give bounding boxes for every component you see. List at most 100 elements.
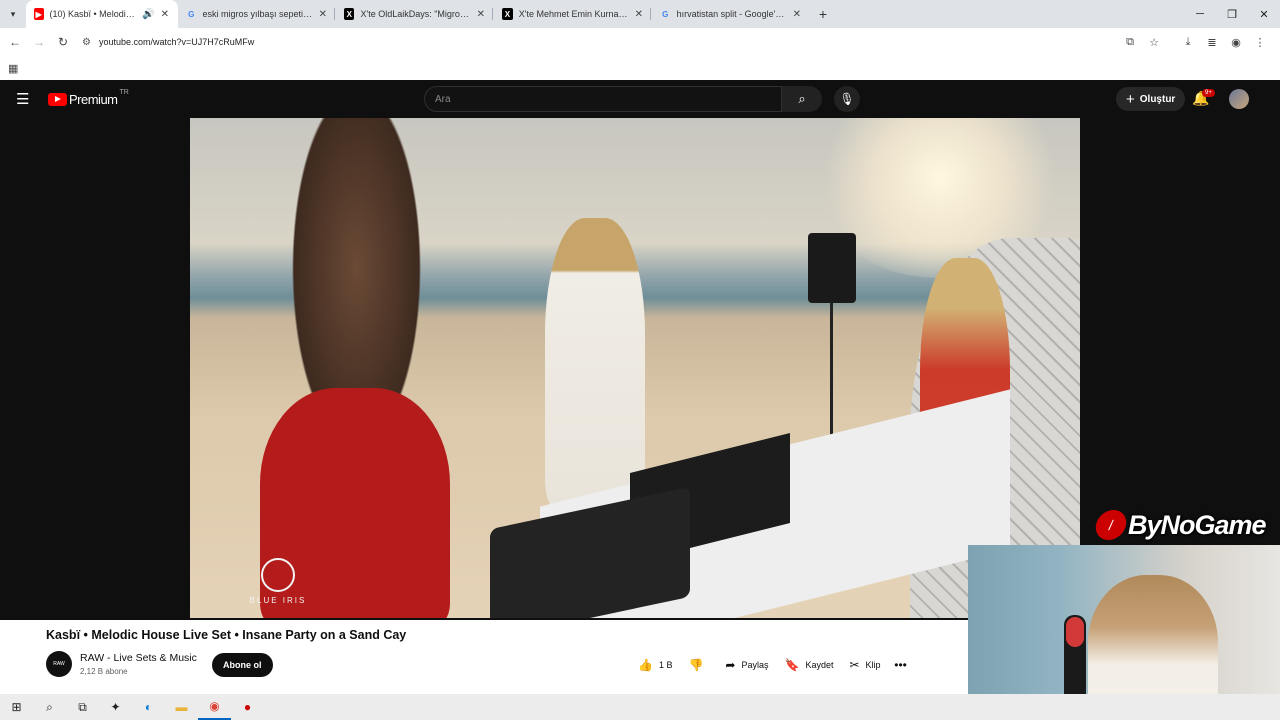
tab-search-button[interactable]: ▾ bbox=[0, 0, 26, 28]
windows-start-icon[interactable]: ⊞ bbox=[0, 694, 33, 720]
clip-button[interactable]: ✂ Klip bbox=[841, 653, 888, 677]
tab-title: eski migros yılbaşı sepeti - Goo bbox=[202, 9, 313, 19]
plus-icon: + bbox=[1126, 90, 1135, 108]
url-text[interactable]: youtube.com/watch?v=UJ7H7cRuMFw bbox=[99, 37, 254, 47]
youtube-play-icon bbox=[48, 93, 67, 106]
youtube-page: ☰ Premium TR ⌕ 🎙 + Oluştur 🔔 9+ bbox=[0, 80, 1280, 620]
clip-label: Klip bbox=[865, 660, 881, 670]
tab-title: X'te Mehmet Emin Kurnaz: "20 bbox=[518, 9, 629, 19]
search-box[interactable] bbox=[424, 86, 782, 112]
subscriber-count: 2,12 B abone bbox=[80, 667, 128, 676]
forward-icon[interactable]: → bbox=[27, 28, 51, 56]
video-player[interactable]: BLUE IRIS bbox=[190, 118, 1080, 618]
subscribe-button[interactable]: Abone ol bbox=[212, 653, 273, 677]
tab-google-1[interactable]: G eski migros yılbaşı sepeti - Goo ✕ bbox=[178, 0, 336, 28]
like-count: 1 B bbox=[658, 660, 673, 670]
profile-icon[interactable]: ◉ bbox=[1224, 28, 1248, 56]
close-icon[interactable]: ✕ bbox=[471, 9, 485, 20]
tab-title: X'te OldLaikDays: "Migros'un 2( bbox=[360, 9, 470, 19]
eye-logo-icon bbox=[261, 558, 295, 592]
x-icon: X bbox=[502, 8, 513, 20]
close-icon[interactable]: ✕ bbox=[629, 9, 643, 20]
scene-speaker bbox=[808, 233, 856, 303]
window-controls: ─ ❐ ✕ bbox=[1184, 0, 1280, 28]
app-icon[interactable]: ● bbox=[231, 694, 264, 720]
new-tab-button[interactable]: + bbox=[810, 6, 836, 22]
apps-grid-icon[interactable]: ▦ bbox=[8, 62, 18, 75]
dislike-button[interactable]: 👎 bbox=[680, 653, 717, 677]
thumbs-up-icon: 👍 bbox=[638, 658, 653, 672]
edge-icon[interactable]: ◐ bbox=[132, 694, 165, 720]
save-label: Kaydet bbox=[805, 660, 834, 670]
country-code: TR bbox=[119, 89, 129, 96]
copilot-icon[interactable]: ✦ bbox=[99, 694, 132, 720]
site-info-icon[interactable]: ⚙ bbox=[82, 37, 91, 48]
microphone-prop bbox=[1064, 615, 1086, 705]
close-icon[interactable]: ✕ bbox=[313, 9, 327, 20]
microphone-icon: 🎙 bbox=[839, 92, 855, 106]
task-view-icon[interactable]: ⧉ bbox=[66, 694, 99, 720]
create-button[interactable]: + Oluştur bbox=[1116, 87, 1186, 111]
video-actions: 👍 1 B 👎 ➦ Paylaş 🔖 Kaydet ✂ Klip ••• bbox=[630, 653, 913, 677]
file-explorer-icon[interactable]: ▬ bbox=[165, 694, 198, 720]
tab-google-2[interactable]: G hırvatistan split - Google'da Ara ✕ bbox=[652, 0, 810, 28]
watermark-text: BLUE IRIS bbox=[249, 596, 307, 605]
scene-dj bbox=[545, 218, 645, 508]
channel-avatar[interactable]: RAW bbox=[46, 651, 72, 677]
video-watermark: BLUE IRIS bbox=[238, 558, 318, 605]
share-icon: ➦ bbox=[725, 658, 736, 672]
tab-youtube[interactable]: ▶ (10) Kasbï • Melodic House 🔊 ✕ bbox=[26, 0, 178, 28]
video-title: Kasbï • Melodic House Live Set • Insane … bbox=[46, 628, 407, 642]
tab-x-1[interactable]: X X'te OldLaikDays: "Migros'un 2( ✕ bbox=[336, 0, 494, 28]
share-button[interactable]: ➦ Paylaş bbox=[717, 653, 776, 677]
create-label: Oluştur bbox=[1139, 93, 1176, 105]
media-icon[interactable]: ≣ bbox=[1200, 28, 1224, 56]
youtube-header: ☰ Premium TR ⌕ 🎙 + Oluştur 🔔 9+ bbox=[0, 80, 1280, 118]
bookmark-star-icon[interactable]: ☆ bbox=[1142, 28, 1166, 56]
tab-x-2[interactable]: X X'te Mehmet Emin Kurnaz: "20 ✕ bbox=[494, 0, 652, 28]
notification-badge: 9+ bbox=[1202, 89, 1215, 97]
close-icon[interactable]: ✕ bbox=[787, 9, 801, 20]
minimize-icon[interactable]: ─ bbox=[1184, 0, 1216, 28]
omnibox[interactable]: ⚙ youtube.com/watch?v=UJ7H7cRuMFw bbox=[82, 30, 1172, 54]
restore-icon[interactable]: ❐ bbox=[1216, 0, 1248, 28]
save-button[interactable]: 🔖 Kaydet bbox=[777, 653, 842, 677]
brand-logo-icon: / bbox=[1093, 510, 1129, 540]
search-input[interactable] bbox=[425, 87, 765, 111]
bookmark-icon: 🔖 bbox=[784, 658, 800, 672]
more-actions-icon[interactable]: ••• bbox=[889, 653, 913, 677]
voice-search-button[interactable]: 🎙 bbox=[834, 86, 860, 112]
close-icon[interactable]: ✕ bbox=[155, 9, 169, 20]
share-label: Paylaş bbox=[741, 660, 769, 670]
hamburger-menu-icon[interactable]: ☰ bbox=[16, 90, 29, 108]
download-icon[interactable]: ⤓ bbox=[1176, 28, 1200, 56]
like-button[interactable]: 👍 1 B bbox=[630, 653, 680, 677]
search-icon[interactable]: ⌕ bbox=[33, 694, 66, 720]
close-window-icon[interactable]: ✕ bbox=[1248, 0, 1280, 28]
address-bar: ← → ↻ ⚙ youtube.com/watch?v=UJ7H7cRuMFw … bbox=[0, 28, 1280, 56]
logo-text: Premium bbox=[69, 92, 118, 107]
youtube-logo[interactable]: Premium TR bbox=[48, 89, 129, 107]
thumbs-down-icon: 👎 bbox=[688, 658, 704, 672]
browser-menu-icon[interactable]: ⋮ bbox=[1248, 28, 1272, 56]
scissors-icon: ✂ bbox=[849, 658, 860, 672]
tab-title: (10) Kasbï • Melodic House bbox=[49, 9, 137, 19]
install-icon[interactable]: ⧉ bbox=[1118, 28, 1142, 56]
back-icon[interactable]: ← bbox=[3, 28, 27, 56]
speaker-icon[interactable]: 🔊 bbox=[136, 9, 154, 20]
tab-title: hırvatistan split - Google'da Ara bbox=[676, 9, 787, 19]
channel-name[interactable]: RAW - Live Sets & Music bbox=[80, 652, 197, 664]
google-icon: G bbox=[188, 9, 195, 19]
chrome-icon[interactable]: ◉ bbox=[198, 694, 231, 720]
reload-icon[interactable]: ↻ bbox=[51, 28, 75, 56]
brand-text: ByNoGame bbox=[1128, 509, 1267, 540]
x-icon: X bbox=[344, 8, 355, 20]
avatar[interactable] bbox=[1229, 89, 1249, 109]
stream-brand-overlay: / ByNoGame bbox=[1093, 505, 1280, 545]
tab-strip: ▾ ▶ (10) Kasbï • Melodic House 🔊 ✕ G esk… bbox=[0, 0, 1280, 28]
bookmarks-bar: ▦ bbox=[0, 56, 1280, 80]
youtube-icon: ▶ bbox=[34, 8, 44, 20]
search-icon: ⌕ bbox=[798, 91, 806, 106]
taskbar: ⊞ ⌕ ⧉ ✦ ◐ ▬ ◉ ● bbox=[0, 694, 1280, 720]
search-button[interactable]: ⌕ bbox=[782, 86, 822, 112]
